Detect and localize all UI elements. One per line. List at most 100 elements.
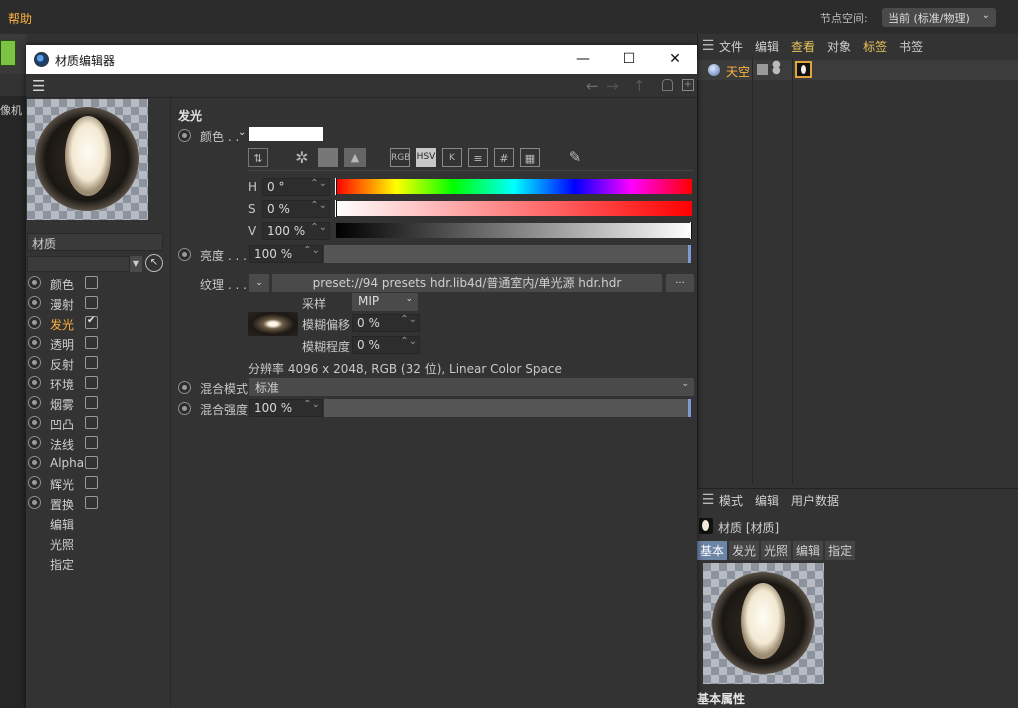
minimize-button[interactable]: — [560, 45, 606, 74]
channel-checkbox[interactable] [85, 476, 98, 489]
channel-label[interactable]: Alpha [50, 456, 84, 470]
lock-icon[interactable] [662, 79, 673, 91]
tab-editor[interactable]: 编辑 [793, 541, 824, 560]
viewport-camera-label[interactable]: 像机 [0, 102, 22, 118]
channel-row[interactable]: 法线 [27, 433, 167, 453]
animate-radio[interactable] [178, 402, 191, 415]
animate-radio[interactable] [28, 436, 41, 449]
animate-radio[interactable] [28, 496, 41, 509]
blur-scale-field[interactable]: 0 % ⌃⌄ [352, 336, 420, 354]
visibility-dots-icon[interactable]: ● ● [772, 60, 781, 76]
channel-label[interactable]: 光照 [50, 536, 74, 553]
channel-label[interactable]: 烟雾 [50, 396, 74, 413]
material-tag-icon[interactable] [795, 61, 812, 78]
channel-label[interactable]: 凹凸 [50, 416, 74, 433]
color-swatch[interactable] [249, 127, 323, 141]
texture-thumbnail[interactable] [248, 312, 298, 336]
channel-label[interactable]: 法线 [50, 436, 74, 453]
om-menu-tags[interactable]: 标签 [863, 38, 887, 55]
channel-label[interactable]: 反射 [50, 356, 74, 373]
om-menu-objects[interactable]: 对象 [827, 38, 851, 55]
channel-label[interactable]: 颜色 [50, 276, 74, 293]
channel-label[interactable]: 透明 [50, 336, 74, 353]
am-menu-edit[interactable]: 编辑 [755, 492, 779, 509]
spinner-icon[interactable]: ⌃⌄ [310, 200, 327, 211]
viewport[interactable] [0, 96, 26, 708]
v-field[interactable]: 100 % ⌃⌄ [262, 222, 330, 240]
channel-label[interactable]: 环境 [50, 376, 74, 393]
channel-label[interactable]: 编辑 [50, 516, 74, 533]
channel-row[interactable]: 编辑 [27, 513, 167, 533]
animate-radio[interactable] [28, 396, 41, 409]
material-preview[interactable] [27, 99, 148, 220]
tab-luminance[interactable]: 发光 [729, 541, 760, 560]
tab-assign[interactable]: 指定 [825, 541, 856, 560]
channel-row[interactable]: 环境 [27, 373, 167, 393]
channel-label[interactable]: 指定 [50, 556, 74, 573]
channel-label[interactable]: 辉光 [50, 476, 74, 493]
chevron-down-icon[interactable]: ⌄ [238, 127, 246, 138]
nodespace-select[interactable]: 当前 (标准/物理) ⌄ [882, 8, 996, 27]
blend-mode-select[interactable]: 标准 ⌄ [249, 378, 694, 396]
channel-checkbox[interactable] [85, 396, 98, 409]
spinner-icon[interactable]: ⌃⌄ [400, 336, 417, 347]
object-name[interactable]: 天空 [726, 63, 750, 80]
channel-checkbox[interactable] [85, 436, 98, 449]
channel-checkbox[interactable] [85, 456, 98, 469]
cube-icon[interactable] [0, 40, 16, 66]
channel-row[interactable]: 光照 [27, 533, 167, 553]
channel-checkbox[interactable] [85, 496, 98, 509]
om-menu-view[interactable]: 查看 [791, 38, 815, 55]
spinner-icon[interactable]: ⌃⌄ [310, 178, 327, 189]
mixer-icon[interactable]: ≡ [468, 148, 488, 167]
channel-checkbox[interactable] [85, 376, 98, 389]
up-arrow-icon[interactable]: ↑ [633, 77, 646, 95]
slider-marker[interactable] [335, 178, 337, 195]
animate-radio[interactable] [178, 381, 191, 394]
hsv-mode-button[interactable]: HSV [416, 148, 436, 167]
spectrum-icon[interactable] [318, 148, 338, 167]
hue-slider[interactable] [336, 179, 692, 194]
hamburger-icon[interactable]: ☰ [697, 492, 719, 508]
layer-icon[interactable] [757, 64, 768, 75]
channel-label[interactable]: 漫射 [50, 296, 74, 313]
om-menu-bookmarks[interactable]: 书签 [899, 38, 923, 55]
pointer-icon[interactable]: ↖ [145, 254, 163, 272]
tab-basic[interactable]: 基本 [697, 541, 728, 560]
spinner-icon[interactable]: ⌃⌄ [303, 399, 320, 410]
am-menu-mode[interactable]: 模式 [719, 492, 743, 509]
hamburger-icon[interactable]: ☰ [697, 38, 719, 54]
color-wheel-icon[interactable]: ✲ [292, 148, 312, 167]
channel-row[interactable]: 发光 [27, 313, 167, 333]
image-icon[interactable]: ▲ [344, 148, 366, 167]
animate-radio[interactable] [28, 296, 41, 309]
chevron-down-icon[interactable]: ⌄ [249, 274, 269, 292]
material-filter-field[interactable] [27, 256, 130, 272]
channel-row[interactable]: Alpha [27, 453, 167, 473]
close-button[interactable]: ✕ [652, 45, 698, 74]
hamburger-icon[interactable]: ☰ [32, 77, 45, 95]
animate-radio[interactable] [28, 276, 41, 289]
texture-path-button[interactable]: preset://94 presets hdr.lib4d/普通室内/单光源 h… [272, 274, 662, 292]
rgb-mode-button[interactable]: RGB [390, 148, 410, 167]
slider-marker[interactable] [690, 222, 692, 239]
channel-row[interactable]: 指定 [27, 553, 167, 573]
chevron-down-icon[interactable]: ▼ [130, 256, 142, 272]
channel-checkbox[interactable] [85, 416, 98, 429]
swatches-icon[interactable]: ▦ [520, 148, 540, 167]
h-field[interactable]: 0 ° ⌃⌄ [262, 178, 330, 196]
blend-strength-field[interactable]: 100 % ⌃⌄ [249, 399, 323, 417]
animate-radio[interactable] [178, 248, 191, 261]
channel-checkbox[interactable] [85, 276, 98, 289]
maximize-button[interactable]: ☐ [606, 45, 652, 74]
om-menu-file[interactable]: 文件 [719, 38, 743, 55]
animate-radio[interactable] [28, 376, 41, 389]
spinner-icon[interactable]: ⌃⌄ [400, 314, 417, 325]
animate-radio[interactable] [28, 456, 41, 469]
channel-checkbox[interactable] [85, 356, 98, 369]
channel-checkbox[interactable] [85, 336, 98, 349]
tab-illumination[interactable]: 光照 [761, 541, 792, 560]
channel-row[interactable]: 凹凸 [27, 413, 167, 433]
channel-label[interactable]: 置换 [50, 496, 74, 513]
channel-row[interactable]: 置换 [27, 493, 167, 513]
